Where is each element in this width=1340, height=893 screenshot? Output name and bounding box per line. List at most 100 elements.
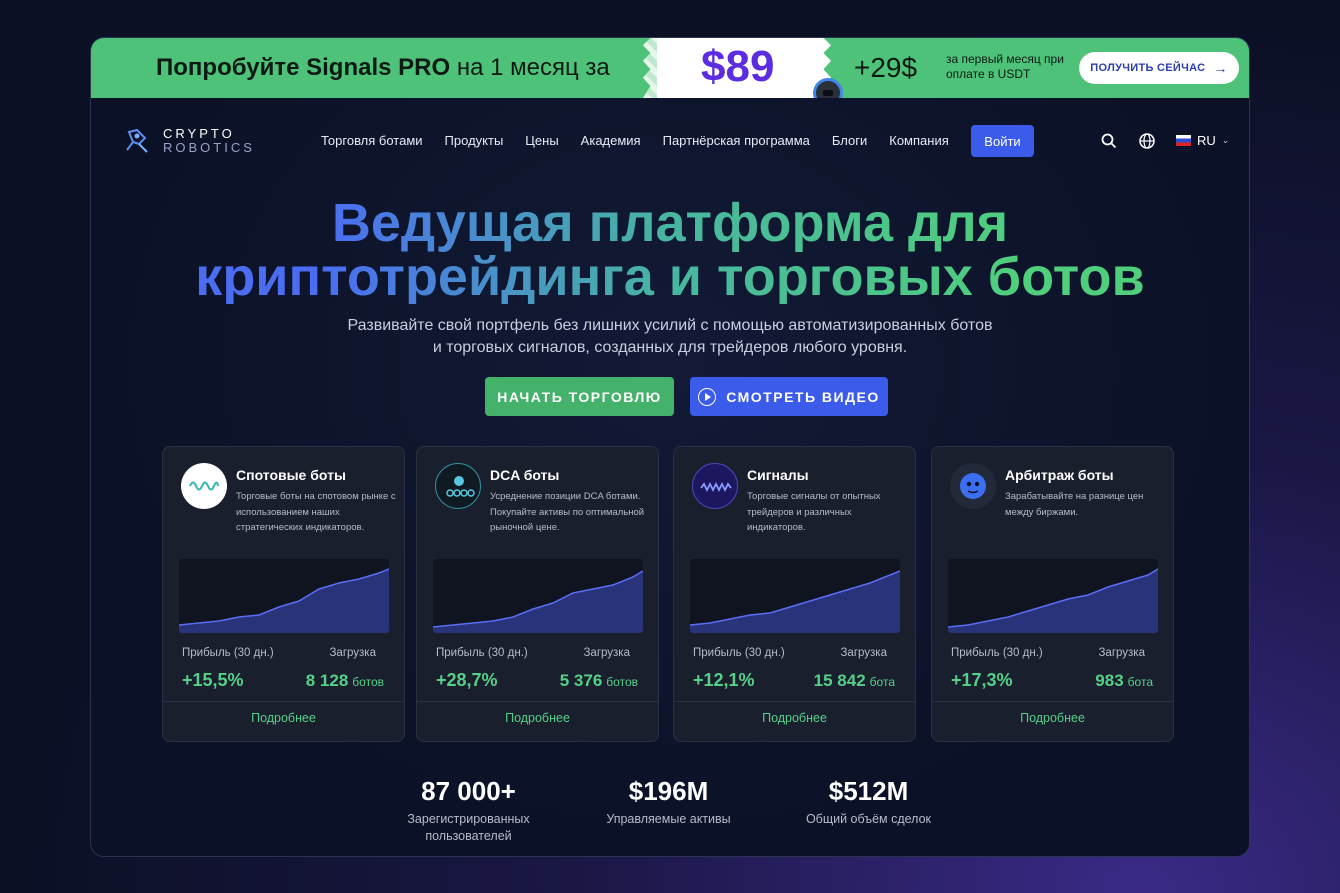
logo-line-2: ROBOTICS	[163, 140, 255, 155]
card-description: Усреднение позиции DCA ботами. Покупайте…	[490, 491, 645, 533]
card-chart	[179, 559, 389, 633]
load-label: Загрузка	[583, 647, 630, 659]
login-button[interactable]: Войти	[971, 125, 1034, 157]
promo-price: $89	[701, 42, 775, 91]
start-trading-button[interactable]: НАЧАТЬ ТОРГОВЛЮ	[485, 377, 674, 416]
get-now-label: ПОЛУЧИТЬ СЕЙЧАС	[1090, 62, 1206, 74]
card-title: Арбитраж боты	[1005, 467, 1114, 483]
load-value: 15 842 бота	[814, 671, 895, 691]
load-label: Загрузка	[329, 647, 376, 659]
divider	[674, 701, 915, 702]
spot-bots-icon	[181, 463, 227, 509]
load-unit: ботов	[352, 675, 384, 689]
logo-icon	[123, 126, 153, 156]
nav-item-pricing[interactable]: Цены	[525, 133, 558, 148]
hero-subtitle-line-1: Развивайте свой портфель без лишних усил…	[347, 317, 993, 334]
get-now-button[interactable]: ПОЛУЧИТЬ СЕЙЧАС →	[1079, 52, 1239, 84]
more-link[interactable]: Подробнее	[932, 711, 1173, 725]
load-value: 983 бота	[1095, 671, 1153, 691]
profit-label: Прибыль (30 дн.)	[182, 647, 274, 659]
load-value: 8 128 ботов	[306, 671, 384, 691]
language-selector[interactable]: RU ⌄	[1176, 133, 1229, 148]
hero-title-line-2: криптотрейдинга и торговых ботов	[195, 247, 1145, 307]
load-count: 983	[1095, 671, 1124, 690]
promo-headline-light: на 1 месяц за	[456, 54, 610, 81]
divider	[163, 701, 404, 702]
main-nav: Торговля ботами Продукты Цены Академия П…	[321, 133, 949, 148]
profit-value: +15,5%	[182, 670, 244, 690]
load-unit: бота	[1127, 675, 1153, 689]
promo-extra-price: +29$	[854, 52, 918, 83]
stat-value: 87 000+	[421, 776, 516, 806]
product-card-arbitrage-bots[interactable]: Арбитраж боты Зарабатывайте на разнице ц…	[931, 446, 1174, 742]
hero-subtitle-line-2: и торговых сигналов, созданных для трейд…	[432, 339, 908, 356]
card-description: Торговые боты на спотовом рынке с исполь…	[236, 491, 396, 533]
chevron-down-icon: ⌄	[1221, 135, 1230, 145]
card-title: Сигналы	[747, 467, 809, 483]
page-frame: Попробуйте Signals PRO на 1 месяц за $89…	[90, 37, 1250, 857]
divider	[417, 701, 658, 702]
promo-note: за первый месяц при оплате в USDT	[946, 52, 1064, 81]
nav-item-blogs[interactable]: Блоги	[832, 133, 867, 148]
card-chart	[690, 559, 900, 633]
promo-headline: Попробуйте Signals PRO на 1 месяц за	[156, 54, 610, 82]
robot-mascot-icon	[813, 78, 843, 98]
search-icon[interactable]	[1100, 132, 1118, 150]
stat-label: Общий объём сделок	[805, 812, 932, 826]
stat-label: Зарегистрированных пользователей	[391, 811, 546, 845]
profit-value: +28,7%	[436, 670, 498, 690]
signals-icon	[692, 463, 738, 509]
load-value: 5 376 ботов	[560, 671, 638, 691]
more-link[interactable]: Подробнее	[163, 711, 404, 725]
card-title: DCA боты	[490, 467, 560, 483]
card-description: Зарабатывайте на разнице цен между биржа…	[1005, 491, 1144, 518]
nav-item-bot-trading[interactable]: Торговля ботами	[321, 133, 423, 148]
nav-item-company[interactable]: Компания	[889, 133, 949, 148]
nav-item-products[interactable]: Продукты	[445, 133, 504, 148]
nav-item-partner-program[interactable]: Партнёрская программа	[663, 133, 810, 148]
more-link[interactable]: Подробнее	[417, 711, 658, 725]
card-chart	[433, 559, 643, 633]
dca-bots-icon	[435, 463, 481, 509]
globe-icon[interactable]	[1138, 132, 1156, 150]
arbitrage-robot-icon	[950, 463, 996, 509]
promo-banner[interactable]: Попробуйте Signals PRO на 1 месяц за $89…	[91, 38, 1249, 98]
stat-label: Управляемые активы	[606, 812, 731, 826]
divider	[932, 701, 1173, 702]
hero-title-line-1: Ведущая платформа для	[331, 193, 1009, 253]
load-label: Загрузка	[1098, 647, 1145, 659]
load-label: Загрузка	[840, 647, 887, 659]
stat-value: $196M	[628, 776, 709, 806]
product-card-spot-bots[interactable]: Спотовые боты Торговые боты на спотовом …	[162, 446, 405, 742]
product-card-signals[interactable]: Сигналы Торговые сигналы от опытных трей…	[673, 446, 916, 742]
play-icon	[698, 387, 717, 406]
watch-video-button[interactable]: СМОТРЕТЬ ВИДЕО	[690, 377, 888, 416]
stat-value: $512M	[828, 776, 909, 806]
stat-label-line-2: пользователей	[425, 829, 512, 843]
profit-label: Прибыль (30 дн.)	[436, 647, 528, 659]
stat-label-line-1: Зарегистрированных	[407, 812, 530, 826]
more-link[interactable]: Подробнее	[674, 711, 915, 725]
arrow-right-icon: →	[1213, 60, 1228, 76]
logo[interactable]: CRYPTO ROBOTICS	[123, 126, 255, 156]
logo-line-1: CRYPTO	[163, 126, 235, 141]
card-description: Торговые сигналы от опытных трейдеров и …	[747, 491, 881, 533]
watch-video-label: СМОТРЕТЬ ВИДЕО	[726, 388, 880, 405]
load-count: 5 376	[559, 671, 603, 690]
card-title: Спотовые боты	[236, 467, 346, 483]
load-count: 8 128	[305, 671, 349, 690]
card-chart	[948, 559, 1158, 633]
russia-flag-icon	[1176, 135, 1191, 146]
load-unit: бота	[869, 675, 895, 689]
load-unit: ботов	[606, 675, 638, 689]
nav-item-academy[interactable]: Академия	[581, 133, 641, 148]
stat-managed-assets: $196M Управляемые активы	[591, 776, 746, 828]
product-card-dca-bots[interactable]: DCA боты Усреднение позиции DCA ботами. …	[416, 446, 659, 742]
hero-subtitle: Развивайте свой портфель без лишних усил…	[91, 315, 1249, 359]
profit-label: Прибыль (30 дн.)	[951, 647, 1043, 659]
stat-total-volume: $512M Общий объём сделок	[791, 776, 946, 828]
profit-value: +12,1%	[693, 670, 755, 690]
language-label: RU	[1197, 133, 1216, 148]
profit-value: +17,3%	[951, 670, 1013, 690]
start-trading-label: НАЧАТЬ ТОРГОВЛЮ	[497, 388, 662, 405]
